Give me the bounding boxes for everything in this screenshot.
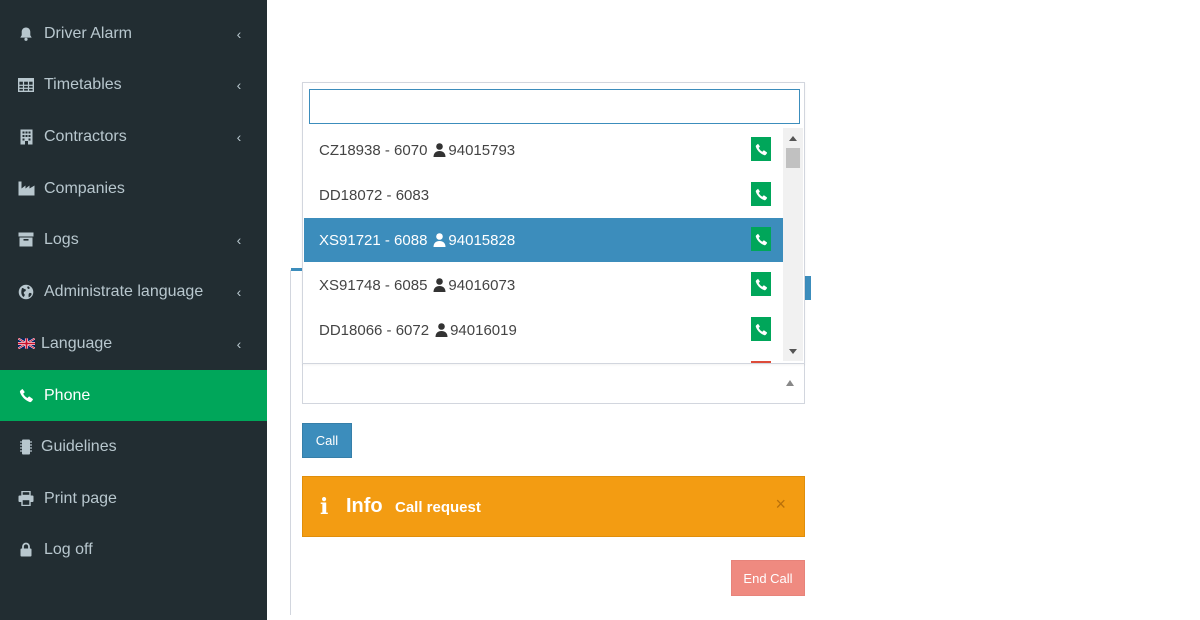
sidebar-item-label: Driver Alarm xyxy=(44,24,133,42)
dropdown-option-selected[interactable]: XS91721 - 6088 94015828 xyxy=(304,218,785,262)
option-code: XS91721 - 6088 xyxy=(319,231,428,249)
alert-title: Info xyxy=(346,495,383,517)
phone-icon xyxy=(17,387,35,405)
sidebar-item-phone[interactable]: Phone xyxy=(0,370,267,421)
bell-icon xyxy=(17,25,35,43)
phone-icon[interactable] xyxy=(751,137,771,161)
driver-select[interactable] xyxy=(302,363,805,404)
chevron-left-icon: ‹ xyxy=(236,231,242,248)
content-box-border xyxy=(290,270,291,615)
phone-icon[interactable] xyxy=(751,272,771,296)
sidebar-item-label: Logs xyxy=(44,230,79,248)
chevron-left-icon: ‹ xyxy=(236,335,242,352)
sidebar-item-label: Companies xyxy=(44,179,125,197)
sidebar-item-label: Guidelines xyxy=(41,437,117,455)
sidebar-item-label: Administrate language xyxy=(44,282,204,300)
sidebar-item-administrate-language[interactable]: Administrate language ‹ xyxy=(0,266,267,317)
option-text: DD18072 - 6083 xyxy=(319,187,429,204)
user-icon xyxy=(433,233,446,247)
phone-icon[interactable] xyxy=(751,227,771,251)
option-phone: 94016019 xyxy=(450,321,517,339)
archive-icon xyxy=(17,231,35,249)
industry-icon xyxy=(17,180,35,198)
info-alert: i Info Call request × xyxy=(302,476,805,537)
user-icon xyxy=(433,278,446,292)
sidebar-item-contractors[interactable]: Contractors ‹ xyxy=(0,111,267,162)
info-icon: i xyxy=(320,494,329,520)
sidebar-item-label: Timetables xyxy=(44,75,122,93)
scroll-thumb[interactable] xyxy=(786,148,800,168)
lock-icon xyxy=(17,541,35,559)
dropdown-search-input[interactable] xyxy=(309,89,800,124)
scroll-up-icon[interactable] xyxy=(789,136,797,141)
sidebar-item-logs[interactable]: Logs ‹ xyxy=(0,214,267,265)
option-code: CZ18938 - 6070 xyxy=(319,141,428,159)
option-code: DD18072 - 6083 xyxy=(319,186,430,204)
chevron-left-icon: ‹ xyxy=(236,283,242,300)
sidebar-item-label: Language xyxy=(41,334,113,352)
option-phone: 94015793 xyxy=(448,141,516,159)
driver-select-dropdown: CZ18938 - 6070 94015793 DD18072 - 6083 X… xyxy=(302,82,805,364)
building-icon xyxy=(17,128,35,146)
end-call-button[interactable]: End Call xyxy=(731,560,805,596)
caret-up-icon xyxy=(786,380,794,386)
sidebar-item-label: Phone xyxy=(44,386,91,404)
sidebar-item-label: Log off xyxy=(44,540,93,558)
next-option-peek xyxy=(751,361,771,363)
sidebar: Driver Alarm ‹ Timetables ‹ Contractors … xyxy=(0,0,267,620)
user-icon xyxy=(433,143,446,157)
sidebar-item-print-page[interactable]: Print page xyxy=(0,473,267,524)
scroll-down-icon[interactable] xyxy=(789,349,797,354)
table-icon xyxy=(17,76,35,94)
option-phone: 94015828 xyxy=(448,231,516,249)
hidden-button-edge xyxy=(804,276,811,300)
chevron-left-icon: ‹ xyxy=(236,25,242,42)
sidebar-item-label: Print page xyxy=(44,489,117,507)
sidebar-item-label: Contractors xyxy=(44,127,127,145)
chevron-left-icon: ‹ xyxy=(236,76,242,93)
globe-icon xyxy=(17,283,35,301)
dropdown-scrollbar[interactable] xyxy=(783,128,803,361)
phone-icon[interactable] xyxy=(751,182,771,206)
option-text: XS91748 - 6085 94016073 xyxy=(319,277,515,294)
call-button[interactable]: Call xyxy=(302,423,352,458)
sidebar-item-companies[interactable]: Companies xyxy=(0,163,267,214)
option-text: DD18066 - 6072 94016019 xyxy=(319,322,517,339)
close-icon[interactable]: × xyxy=(775,494,786,515)
chevron-left-icon: ‹ xyxy=(236,128,242,145)
print-icon xyxy=(17,490,35,508)
user-icon xyxy=(435,323,448,337)
dropdown-options-list: CZ18938 - 6070 94015793 DD18072 - 6083 X… xyxy=(304,128,785,363)
option-phone: 94016073 xyxy=(448,276,516,294)
dropdown-option[interactable]: CZ18938 - 6070 94015793 xyxy=(304,128,785,172)
sidebar-item-timetables[interactable]: Timetables ‹ xyxy=(0,59,267,110)
sidebar-item-guidelines[interactable]: Guidelines xyxy=(0,421,267,472)
dropdown-option[interactable]: XS91748 - 6085 94016073 xyxy=(304,263,785,307)
option-code: XS91748 - 6085 xyxy=(319,276,428,294)
sidebar-item-language[interactable]: Language ‹ xyxy=(0,318,267,369)
option-text: CZ18938 - 6070 94015793 xyxy=(319,142,515,159)
option-code: DD18066 - 6072 xyxy=(319,321,430,339)
phone-icon[interactable] xyxy=(751,317,771,341)
dropdown-option[interactable]: DD18072 - 6083 xyxy=(304,173,785,217)
option-text: XS91721 - 6088 94015828 xyxy=(319,232,515,249)
uk-flag-icon xyxy=(17,335,35,353)
sidebar-item-driver-alarm[interactable]: Driver Alarm ‹ xyxy=(0,8,267,59)
sidebar-item-log-off[interactable]: Log off xyxy=(0,524,267,575)
microchip-icon xyxy=(17,438,35,456)
dropdown-option[interactable]: DD18066 - 6072 94016019 xyxy=(304,308,785,352)
alert-message: Call request xyxy=(395,499,481,516)
